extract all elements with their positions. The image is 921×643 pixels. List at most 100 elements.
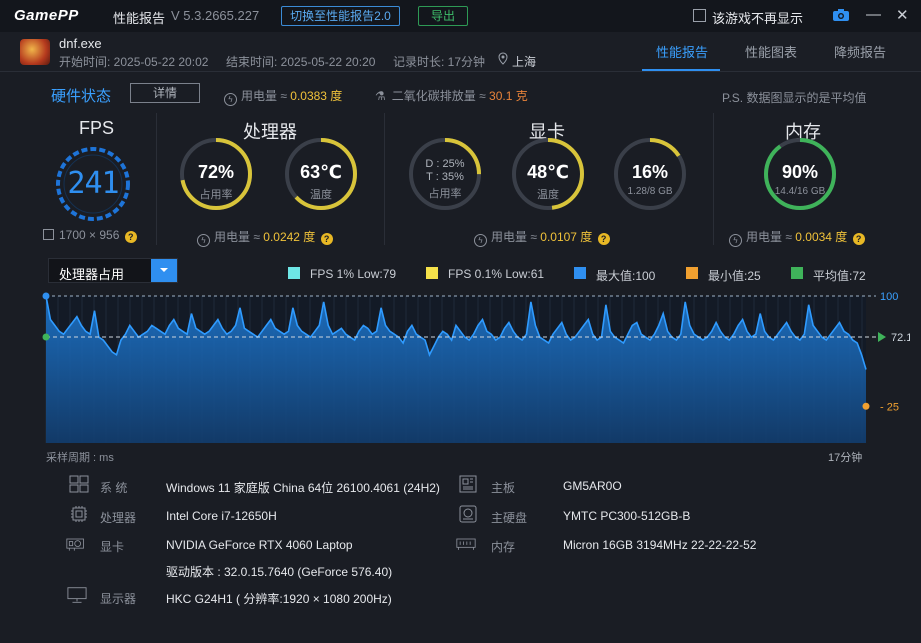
os-label: 系 统 xyxy=(100,481,128,495)
export-button[interactable]: 导出 xyxy=(418,6,468,26)
cpu-usage-gauge: 72% 占用率 xyxy=(178,136,254,212)
fps-title: FPS xyxy=(79,118,115,138)
motherboard-label: 主板 xyxy=(491,481,516,495)
gpu-usage-label: 占用率 xyxy=(428,188,462,200)
avg-marker xyxy=(42,333,50,341)
os-value: Windows 11 家庭版 China 64位 26100.4061 (24H… xyxy=(166,481,440,495)
avg-label: 72.1 xyxy=(891,332,910,344)
gpu-vram-sub: 1.28/8 GB xyxy=(627,186,673,197)
location-pin-icon xyxy=(498,52,508,65)
cpu-temp-value: 63℃ xyxy=(300,162,342,182)
help-icon[interactable]: ? xyxy=(852,233,865,245)
tab-throttle-report[interactable]: 降频报告 xyxy=(834,42,886,61)
legend-item-label: FPS 0.1% Low:61 xyxy=(448,267,545,281)
max-marker xyxy=(42,292,50,300)
game-exe-name: dnf.exe xyxy=(59,36,102,51)
tab-performance-report[interactable]: 性能报告 xyxy=(656,42,708,61)
gpu-temp-gauge: 48℃ 温度 xyxy=(510,136,586,212)
power-icon: ϟ xyxy=(224,93,237,106)
divider xyxy=(713,113,714,245)
hardware-status-title: 硬件状态 xyxy=(51,88,112,105)
minimize-icon[interactable]: — xyxy=(866,6,881,23)
legend-swatch xyxy=(426,267,438,279)
help-icon[interactable]: ? xyxy=(124,231,137,243)
help-icon[interactable]: ? xyxy=(320,233,333,245)
close-icon[interactable]: ✕ xyxy=(896,6,909,24)
metric-select[interactable]: 处理器占用 xyxy=(48,258,178,283)
co2-icon: ⚗ xyxy=(375,89,386,103)
gpu-d-usage: D : 25% xyxy=(425,158,465,170)
metric-select-value: 处理器占用 xyxy=(59,267,125,282)
min-marker xyxy=(862,402,870,410)
gpu-t-usage: T : 35% xyxy=(426,171,464,183)
gpu-power: ϟ 用电量 ≈ 0.0107 度 ? xyxy=(474,228,610,247)
gpu-driver: 驱动版本 : 32.0.15.7640 (GeForce 576.40) xyxy=(166,565,393,579)
power-icon: ϟ xyxy=(197,234,210,247)
title-bar: GamePP 性能报告 V 5.3.2665.227 切换至性能报告2.0 导出… xyxy=(0,0,921,32)
avg-arrow xyxy=(878,332,886,343)
legend-swatch xyxy=(686,267,698,279)
start-time: 开始时间: 2025-05-22 20:02 xyxy=(59,55,209,69)
no-show-checkbox[interactable] xyxy=(693,9,706,22)
location: 上海 xyxy=(512,55,537,69)
legend-item-label: 最小值:25 xyxy=(708,269,761,283)
memory-power: ϟ 用电量 ≈ 0.0034 度 ? xyxy=(729,228,865,247)
cpu-usage-label: 占用率 xyxy=(199,189,233,201)
camera-icon[interactable] xyxy=(832,8,850,22)
screen-icon xyxy=(43,229,54,240)
game-info-row: dnf.exe 开始时间: 2025-05-22 20:02 结束时间: 202… xyxy=(0,32,921,72)
cpu-label: 处理器 xyxy=(100,511,137,525)
window-title: 性能报告 xyxy=(113,11,166,26)
tab-performance-chart[interactable]: 性能图表 xyxy=(745,42,797,61)
monitor-label: 显示器 xyxy=(100,592,137,606)
gpu-usage-gauge: D : 25% T : 35% 占用率 xyxy=(407,136,483,212)
windows-icon xyxy=(69,475,89,493)
motherboard-icon xyxy=(459,475,477,493)
legend-item-label: 平均值:72 xyxy=(813,269,866,283)
legend-item-label: 最大值:100 xyxy=(596,269,656,283)
cpu-chip-icon xyxy=(71,506,87,522)
average-note: P.S. 数据图显示的是平均值 xyxy=(722,91,867,105)
legend-swatch xyxy=(791,267,803,279)
fps-value: 241 xyxy=(67,166,119,201)
power-icon: ϟ xyxy=(474,234,487,247)
fps-gauge: 241 xyxy=(53,144,133,224)
gpu-vram-value: 16% xyxy=(631,162,669,182)
details-button[interactable]: 详情 xyxy=(130,83,200,103)
memory-usage-sub: 14.4/16 GB xyxy=(774,186,826,197)
min-label: - 25 xyxy=(880,401,899,413)
cpu-usage-chart: 100 72.1 - 25 xyxy=(42,291,910,443)
game-icon xyxy=(20,39,50,65)
switch-report-button[interactable]: 切换至性能报告2.0 xyxy=(281,6,400,26)
cpu-power: ϟ 用电量 ≈ 0.0242 度 ? xyxy=(197,228,333,247)
divider xyxy=(384,113,385,245)
monitor-icon xyxy=(67,587,87,603)
memory-usage-gauge: 90% 14.4/16 GB xyxy=(762,136,838,212)
help-icon[interactable]: ? xyxy=(597,233,610,245)
cpu-temp-label: 温度 xyxy=(310,189,332,201)
cpu-value: Intel Core i7-12650H xyxy=(166,509,277,523)
memory-icon xyxy=(456,538,476,550)
memory-value: Micron 16GB 3194MHz 22-22-22-52 xyxy=(563,538,757,552)
gpu-value: NVIDIA GeForce RTX 4060 Laptop xyxy=(166,538,353,552)
disk-icon xyxy=(459,505,477,523)
gpu-temp-value: 48℃ xyxy=(527,162,569,182)
legend-swatch xyxy=(288,267,300,279)
power-icon: ϟ xyxy=(729,234,742,247)
co2-emission: ⚗ 二氧化碳排放量 ≈ 30.1 克 xyxy=(375,89,528,103)
record-duration: 记录时长: 17分钟 xyxy=(393,55,486,69)
active-tab-indicator xyxy=(642,69,720,71)
fps-resolution: 1700 × 956 ? xyxy=(43,228,137,243)
x-axis-right-label: 17分钟 xyxy=(828,452,863,464)
legend-item-label: FPS 1% Low:79 xyxy=(310,267,397,281)
memory-usage-value: 90% xyxy=(781,162,819,182)
end-time: 结束时间: 2025-05-22 20:20 xyxy=(226,55,376,69)
app-logo: GamePP xyxy=(14,7,79,24)
memory-label: 内存 xyxy=(491,540,516,554)
gpu-vram-gauge: 16% 1.28/8 GB xyxy=(612,136,688,212)
disk-label: 主硬盘 xyxy=(491,511,528,525)
chevron-down-icon[interactable] xyxy=(151,259,177,282)
graphics-card-icon xyxy=(66,538,84,551)
cpu-usage-value: 72% xyxy=(197,162,235,182)
monitor-value: HKC G24H1 ( 分辨率:1920 × 1080 200Hz) xyxy=(166,592,392,606)
